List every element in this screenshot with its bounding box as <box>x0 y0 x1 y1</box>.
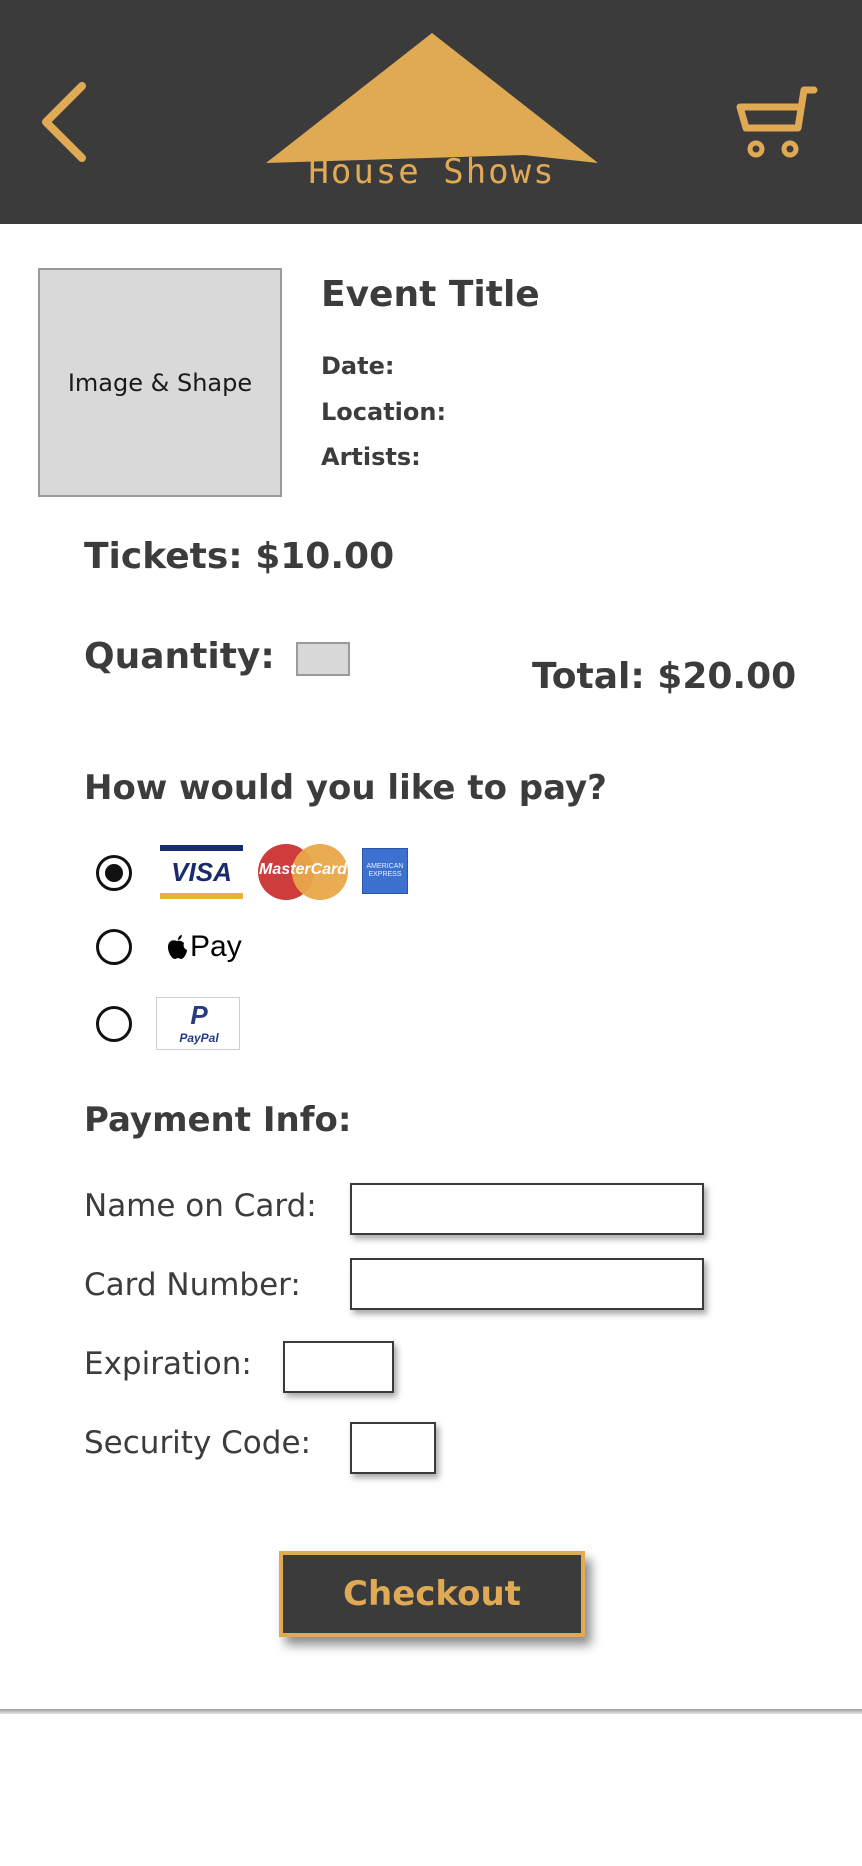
security-code-input[interactable] <box>350 1422 436 1474</box>
logo: House Shows <box>262 30 602 200</box>
back-button[interactable] <box>36 80 96 165</box>
event-image: Image & Shape <box>38 268 282 497</box>
security-code-label: Security Code: <box>84 1425 311 1461</box>
checkout-button[interactable]: Checkout <box>279 1551 585 1637</box>
name-on-card-input[interactable] <box>350 1183 704 1235</box>
event-location-label: Location: <box>321 398 447 426</box>
paypal-radio[interactable] <box>96 1006 132 1042</box>
name-on-card-label: Name on Card: <box>84 1188 317 1224</box>
event-date-label: Date: <box>321 352 395 380</box>
expiration-input[interactable] <box>283 1341 394 1393</box>
event-artists-label: Artists: <box>321 443 421 471</box>
applepay-logo: Pay <box>166 930 242 964</box>
payment-method-question: How would you like to pay? <box>84 768 607 808</box>
quantity-label: Quantity: <box>84 636 275 677</box>
visa-logo: VISA <box>160 845 243 899</box>
expiration-label: Expiration: <box>84 1346 252 1382</box>
cart-icon <box>736 86 818 158</box>
bottom-divider <box>0 1709 862 1714</box>
card-number-input[interactable] <box>350 1258 704 1310</box>
amex-logo: AMERICAN EXPRESS <box>362 848 408 894</box>
card-number-label: Card Number: <box>84 1267 301 1303</box>
quantity-input[interactable] <box>296 642 350 676</box>
event-title: Event Title <box>321 274 540 315</box>
event-image-placeholder: Image & Shape <box>67 368 253 397</box>
card-radio[interactable] <box>96 855 132 891</box>
chevron-left-icon <box>42 82 86 162</box>
order-total: Total: $20.00 <box>532 656 797 697</box>
applepay-radio[interactable] <box>96 929 132 965</box>
apple-icon <box>168 935 187 959</box>
logo-text: House Shows <box>308 152 556 192</box>
payment-info-heading: Payment Info: <box>84 1100 352 1140</box>
mastercard-logo: MasterCard <box>258 844 348 900</box>
paypal-logo: P PayPal <box>156 997 240 1050</box>
app-header: House Shows <box>0 0 862 224</box>
cart-button[interactable] <box>734 82 824 162</box>
ticket-price: Tickets: $10.00 <box>84 536 395 577</box>
